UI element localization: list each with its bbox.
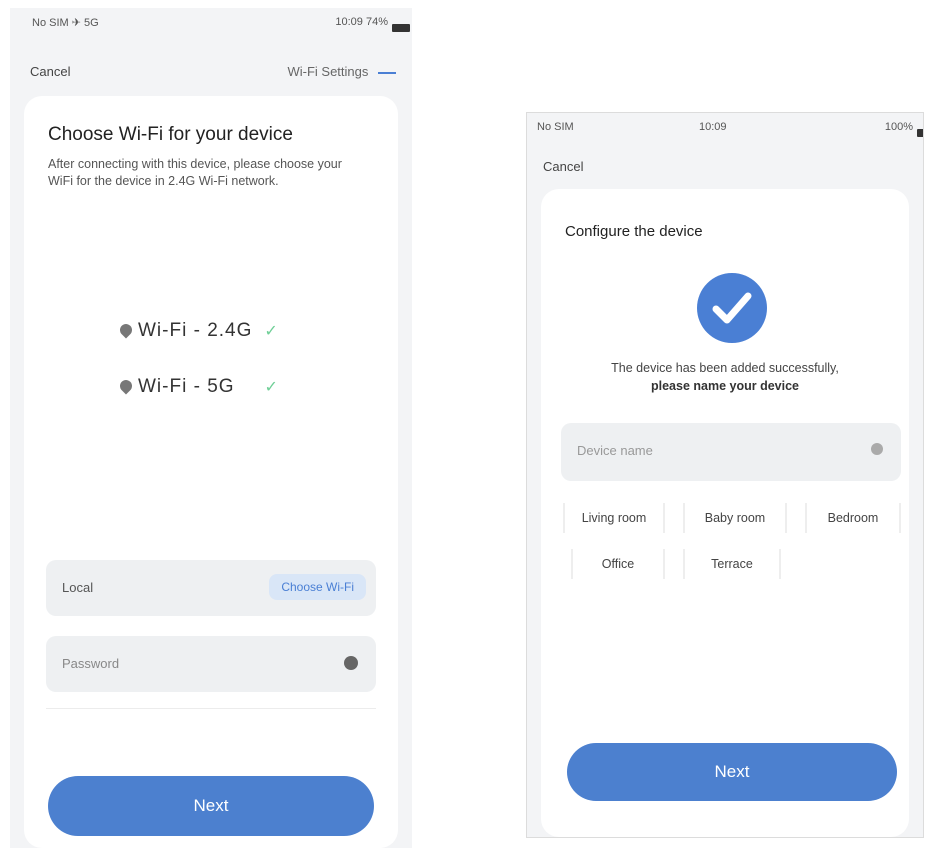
success-message: The device has been added successfully, <box>611 361 839 375</box>
nav-bar: Cancel <box>527 151 923 181</box>
wifi-icon <box>120 324 132 336</box>
name-device-prompt: please name your device <box>651 379 799 393</box>
status-carrier: No SIM <box>537 121 574 133</box>
status-carrier: No SIM ✈ 5G <box>32 17 99 29</box>
room-chip-bedroom[interactable]: Bedroom <box>805 503 901 533</box>
choose-wifi-button[interactable]: Choose Wi-Fi <box>269 574 366 600</box>
wifi-settings-link[interactable]: Wi-Fi Settings <box>287 64 396 79</box>
content-card: Configure the device The device has been… <box>541 189 909 837</box>
device-name-placeholder: Device name <box>577 443 653 458</box>
divider <box>46 708 376 709</box>
password-field[interactable]: Password <box>46 636 376 692</box>
battery-icon <box>392 24 410 32</box>
password-placeholder: Password <box>62 656 120 671</box>
phone-screen-configure-device: No SIM 10:09 100% Cancel Configure the d… <box>526 112 924 838</box>
wifi-name-field[interactable]: Local Choose Wi-Fi <box>46 560 376 616</box>
device-name-field[interactable]: Device name <box>561 423 901 481</box>
status-right-text: 10:09 74% <box>335 16 388 28</box>
success-check-icon <box>712 292 752 324</box>
phone-screen-choose-wifi: No SIM ✈ 5G 10:09 74% Cancel Wi-Fi Setti… <box>10 8 412 848</box>
success-icon <box>697 273 767 343</box>
eye-icon[interactable] <box>344 656 358 670</box>
cancel-button[interactable]: Cancel <box>543 159 583 174</box>
wifi-icon <box>120 380 132 392</box>
wifi-name-value: Local <box>62 580 94 595</box>
status-time: 10:09 <box>699 121 727 133</box>
status-bar: No SIM 10:09 100% <box>527 113 923 141</box>
cancel-button[interactable]: Cancel <box>30 64 70 79</box>
wifi-option-label: Wi-Fi - 5G <box>138 376 235 397</box>
room-chip-baby-room[interactable]: Baby room <box>683 503 787 533</box>
menu-icon <box>378 71 396 74</box>
check-icon: ✓ <box>264 323 279 340</box>
status-time-battery: 10:09 74% <box>335 16 410 32</box>
room-chip-terrace[interactable]: Terrace <box>683 549 781 579</box>
next-button[interactable]: Next <box>567 743 897 801</box>
battery-icon <box>917 129 923 137</box>
page-title: Configure the device <box>565 223 703 240</box>
next-button[interactable]: Next <box>48 776 374 836</box>
wifi-option-5g: Wi-Fi - 5G ✓ <box>120 376 279 398</box>
content-card: Choose Wi-Fi for your device After conne… <box>24 96 398 848</box>
page-description: After connecting with this device, pleas… <box>48 157 342 188</box>
wifi-option-label: Wi-Fi - 2.4G <box>138 320 253 341</box>
clear-icon[interactable] <box>871 443 883 455</box>
page-title: Choose Wi-Fi for your device <box>48 124 293 145</box>
status-bar: No SIM ✈ 5G 10:09 74% <box>10 8 412 36</box>
status-battery-text: 100% <box>884 121 913 133</box>
check-icon: ✓ <box>264 379 279 396</box>
room-chip-living-room[interactable]: Living room <box>563 503 665 533</box>
status-battery: 100% <box>884 121 923 137</box>
nav-bar: Cancel Wi-Fi Settings <box>10 56 412 86</box>
room-chip-office[interactable]: Office <box>571 549 665 579</box>
wifi-option-24g: Wi-Fi - 2.4G ✓ <box>120 320 279 342</box>
wifi-settings-label: Wi-Fi Settings <box>287 64 369 79</box>
